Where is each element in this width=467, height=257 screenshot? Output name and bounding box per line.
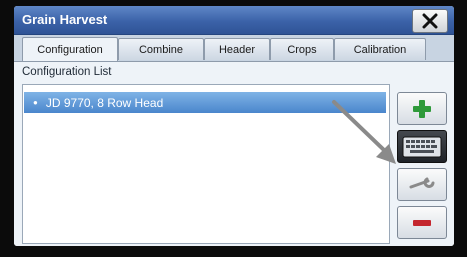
- grain-harvest-window: Grain Harvest Configuration Combine Head…: [14, 6, 454, 246]
- tab-label: Configuration: [37, 43, 103, 56]
- tab-configuration[interactable]: Configuration: [22, 37, 118, 61]
